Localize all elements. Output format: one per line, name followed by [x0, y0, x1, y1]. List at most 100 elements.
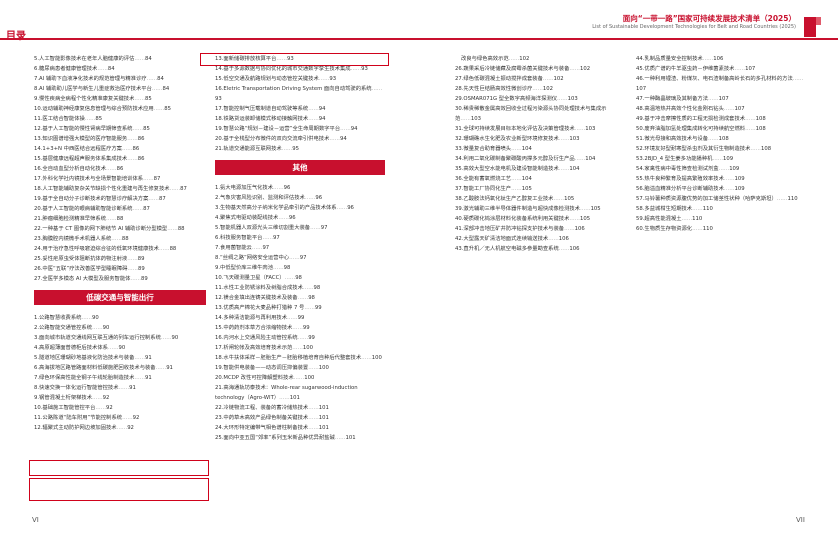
toc-entry[interactable]: 8.AI 辅助助儿医学与新生儿重症救治医疗技术平台……84: [34, 84, 206, 94]
toc-entry[interactable]: 12.辐聚式主动防护网边坡加固技术……92: [34, 423, 206, 433]
toc-entry[interactable]: 5.智能机器人双源光头三维切割重大装备……97: [215, 223, 385, 233]
toc-entry[interactable]: 17.析闸轮帐及高效培育技术示范……100: [215, 343, 385, 353]
toc-entry[interactable]: 19.智能供电装备——动态调压抑偏装置……100: [215, 363, 385, 373]
toc-entry[interactable]: 6.高海拔地区路管路面材料低碳施肥回收技术与装备……91: [34, 363, 206, 373]
toc-entry[interactable]: 8.快速交换一体化运行智能管控技术……91: [34, 383, 206, 393]
toc-entry[interactable]: 36.全能有蓄氧燃烧工艺……104: [455, 174, 618, 184]
toc-entry[interactable]: 27.全医学多模态 AI 大模型及服务智能体……89: [34, 274, 206, 284]
toc-entry[interactable]: 35.高效大型空水能电机及建设智能制造技术……104: [455, 164, 618, 174]
toc-entry[interactable]: 12.基于人工智能的慢性肾病早期筛查系统……85: [34, 124, 206, 134]
toc-entry[interactable]: 20.MCDP 改性可控降解塑料技术……100: [215, 373, 385, 383]
toc-entry[interactable]: 6.糖尿病患者健康管理技术……84: [34, 64, 206, 74]
toc-entry[interactable]: 51.微光母接和高效技术与设备……108: [636, 134, 804, 144]
toc-entry[interactable]: 3.生物基天然高分子纳米化学品牵引的产品技术体系……96: [215, 203, 385, 213]
toc-entry[interactable]: 15.基层健康远程超声服务体系集成技术……86: [34, 154, 206, 164]
toc-entry[interactable]: 20.基于全栈型分布微件的双向交流牵引供电技术……94: [215, 134, 385, 144]
toc-entry[interactable]: 37.智能工厂协同化生产……105: [455, 184, 618, 194]
toc-entry[interactable]: 22.一种基于 CT 图像的网下肺结节 AI 辅助诊断分型模型……88: [34, 224, 206, 234]
toc-entry[interactable]: 22.冷链物流工程、装备的蓄冷储热技术……101: [215, 403, 385, 413]
toc-entry[interactable]: 38.乙酸胺法钙氧化钛生产乙醇复工业技术……105: [455, 194, 618, 204]
toc-entry[interactable]: 14.多种清洁能源与再利用技术……99: [215, 313, 385, 323]
toc-entry[interactable]: 4.高原超薄面普德柜后技术体系……90: [34, 343, 206, 353]
toc-entry[interactable]: 7.绿色环保高性能全钢子午线轮胎制造技术……91: [34, 373, 206, 383]
toc-entry[interactable]: 17.智能控制气压载制道自动驾驶等系统……94: [215, 104, 385, 114]
toc-entry[interactable]: 21.肿瘤细胞检测精准早筛系统……88: [34, 214, 206, 224]
toc-entry[interactable]: 57.马铃薯种质资源腹优势的加工储茎性状种（哈萨克斯坦）……110: [636, 194, 804, 204]
toc-entry[interactable]: 23.中药草木高效产品绿色制备关键技术……101: [215, 413, 385, 423]
toc-entry[interactable]: 58.多益城柑生短期技术……110: [636, 204, 804, 214]
toc-entry[interactable]: 14.1+3+N 中西医结合远程医疗方案……86: [34, 144, 206, 154]
toc-entry[interactable]: 13.知识图谱增强大模型的医疗智能服务……86: [34, 134, 206, 144]
toc-entry[interactable]: 44.乳制品质量安全控制技术……106: [636, 54, 804, 64]
toc-entry[interactable]: 5.人工智能影像技术在老年人脑健康的评估……84: [34, 54, 206, 64]
toc-entry[interactable]: 29.OSMAR071G 型全数字高频海洋探测仪……103: [455, 94, 618, 104]
toc-entry[interactable]: 10.运动辅助神经康复信息管理与综合预防技术应用……85: [34, 104, 206, 114]
toc-entry[interactable]: 10.飞天碳测量卫星（FACC）……98: [215, 273, 385, 283]
toc-entry[interactable]: 19.智慧公路“规划－建设－运营”全生命周期数字平台……94: [215, 124, 385, 134]
toc-entry[interactable]: 31.全球可持续发展目标本地化评估及决策管理技术……103: [455, 124, 618, 134]
toc-entry[interactable]: 11.医工结合智能体操……85: [34, 114, 206, 124]
toc-entry[interactable]: 12.镁合金填出连铸关键技术及装备……98: [215, 293, 385, 303]
toc-entry[interactable]: 24.用于治疗急性呼吸窘迫综合征的低氧环境健康技术……88: [34, 244, 206, 254]
toc-entry[interactable]: 60.生物质生存物资源化……110: [636, 224, 804, 234]
toc-entry[interactable]: 4.聚焦式电驱动装配线技术……96: [215, 213, 385, 223]
toc-entry[interactable]: 45.优质广谱的牛羊驱虫药－伊维菌素技术……107: [636, 64, 804, 74]
toc-entry[interactable]: 42.大型露天矿清洁地面式连续输送技术……106: [455, 234, 618, 244]
toc-entry[interactable]: 43.直升机／无人机航空电磁多参量勘查系统……106: [455, 244, 618, 254]
toc-entry[interactable]: 13.优质高产棉花大麦品种打猎种 7 号……99: [215, 303, 385, 313]
toc-entry[interactable]: 7.食用菌智能云……97: [215, 243, 385, 253]
toc-entry[interactable]: 18.人工智能辅助复杂关节缺损个性化重建与再生修复技术……87: [34, 184, 206, 194]
toc-entry[interactable]: 17.外科化学社内镜技术与全场景智能培训体系……87: [34, 174, 206, 184]
toc-entry[interactable]: 28.先天性巨结肠高效性微创诊疗……102: [455, 84, 618, 94]
toc-entry[interactable]: 56.脑溢血精准分析平台诊断辅助技术……109: [636, 184, 804, 194]
toc-entry[interactable]: 25.面向中亚五国“郊率”系列玉米新品种优异耐盐碱……101: [215, 433, 385, 443]
toc-entry[interactable]: 27.绿色低碳混凝土振动搅拌成套装备……102: [455, 74, 618, 84]
toc-entry[interactable]: 6.科技服务智能平台……97: [215, 233, 385, 243]
toc-entry[interactable]: 18.水牛扶体采样－胚胎生产－胚胎移植培育自种后代整套技术……100: [215, 353, 385, 363]
toc-entry[interactable]: 9.中低型价库三维牛肉池……98: [215, 263, 385, 273]
toc-entry[interactable]: 33.微量复合助育器喷头……104: [455, 144, 618, 154]
toc-entry[interactable]: 16.全自动血型分析自动化技术……86: [34, 164, 206, 174]
toc-entry[interactable]: 15.低空交通及航路规划与动态管控关键技术……93: [215, 74, 385, 84]
toc-entry[interactable]: 7.AI 辅助下血液净化技术的规范管理与精准诊疗……84: [34, 74, 206, 84]
toc-entry[interactable]: 47.一种酶晶玻璃及其制备方法……107: [636, 94, 804, 104]
toc-entry[interactable]: 16.Eletric Transportation Driving System…: [215, 84, 385, 104]
toc-entry[interactable]: 34.利用二氧化碳制备聚碳酸丙撑多元醇及衍生产品……104: [455, 154, 618, 164]
toc-entry[interactable]: 19.基于全自动分子诊断技术的智慧诊疗解决方案……87: [34, 194, 206, 204]
toc-entry[interactable]: 40.硬质碳化钨涂层材料化装备系统利用关键技术……105: [455, 214, 618, 224]
toc-entry[interactable]: 11.水性工业防锈涂料及树脂合成技术……98: [215, 283, 385, 293]
toc-entry[interactable]: 50.废弃油脂加氢处理集成转化可持续航空燃料……108: [636, 124, 804, 134]
toc-entry[interactable]: 1.公路智慧收费系统……90: [34, 313, 206, 323]
toc-entry[interactable]: 49.基于冲击摩擦性质的工程无损检测成套技术……108: [636, 114, 804, 124]
toc-entry[interactable]: 9.慢性疾病全病程个性化精准康复关键技术……85: [34, 94, 206, 104]
toc-entry[interactable]: 59.超高性能混凝土……110: [636, 214, 804, 224]
toc-entry[interactable]: 15.中药药剂本草方合浓缩物技术……99: [215, 323, 385, 333]
toc-entry[interactable]: 54.家禽性病中毒性筛查检测试剂盒……109: [636, 164, 804, 174]
toc-entry[interactable]: 5.隧道地区珊瑚砂地基液化防治技术与装备……91: [34, 353, 206, 363]
toc-entry[interactable]: 24.大环形特定编带气相色谱柱制备技术……101: [215, 423, 385, 433]
toc-entry[interactable]: 18.铁路货运装卸储模式移动接触网技术……94: [215, 114, 385, 124]
toc-entry[interactable]: 1.氨大电源加压气化技术……96: [215, 183, 385, 193]
toc-entry[interactable]: 改良与绿色高效示范……102: [455, 54, 618, 64]
toc-entry[interactable]: 30.稀贵稀散金属高效回收全过程污染源头协同处理技术与集成示范……103: [455, 104, 618, 124]
toc-entry[interactable]: 23.胸膜腔内镜微手术机器人系统……88: [34, 234, 206, 244]
toc-entry[interactable]: 9.钢管混凝土桁架梯技术……92: [34, 393, 206, 403]
toc-entry[interactable]: 2.公路智能交通管控系统……90: [34, 323, 206, 333]
toc-entry[interactable]: 32.珊瑚礁水生化肥及农业新型环境修复技术……103: [455, 134, 618, 144]
toc-entry[interactable]: 53.2BJD_4 型生姜多功能播种机……109: [636, 154, 804, 164]
toc-entry[interactable]: 41.深部冲击地压矿井防冲钻探支护技术与装备……106: [455, 224, 618, 234]
toc-entry[interactable]: 10.基础施工智能管控平台……92: [34, 403, 206, 413]
toc-entry[interactable]: 3.面向城市轨道交通线网互联互通的列车运行控制系统……90: [34, 333, 206, 343]
toc-entry[interactable]: 11.公路陈道“陆车附用”节能控制系统……92: [34, 413, 206, 423]
toc-entry[interactable]: 55.热牛良种繁育及提高繁殖效率技术……109: [636, 174, 804, 184]
toc-entry[interactable]: 20.基于人工智能的眼病辅助智能诊断系统……87: [34, 204, 206, 214]
toc-entry[interactable]: 48.高温地热并高效个性化金刚石钻头……107: [636, 104, 804, 114]
toc-entry[interactable]: 26.中医“五联”疗法改善医学型睡眠障碍……89: [34, 264, 206, 274]
toc-entry[interactable]: 46.一种利用锂渣、粉煤灰、电石渣制备高岭长石的多孔材料的方法…… 107: [636, 74, 804, 94]
toc-entry[interactable]: 39.激光辅助三维半导体器件制造与超快成像检测技术……105: [455, 204, 618, 214]
toc-entry[interactable]: 16.内河水上交通风险主动管控系统……99: [215, 333, 385, 343]
toc-entry[interactable]: 2.气象灾害风险识别、监测和评估技术……96: [215, 193, 385, 203]
toc-entry[interactable]: 26.蔬果采后冷链储藏及腐霉杀菌关键技术与装备……102: [455, 64, 618, 74]
toc-entry[interactable]: 21.轨道交通能源互联网技术……95: [215, 144, 385, 154]
toc-entry[interactable]: 8.“丝绸之路”网络安全运营中心……97: [215, 253, 385, 263]
